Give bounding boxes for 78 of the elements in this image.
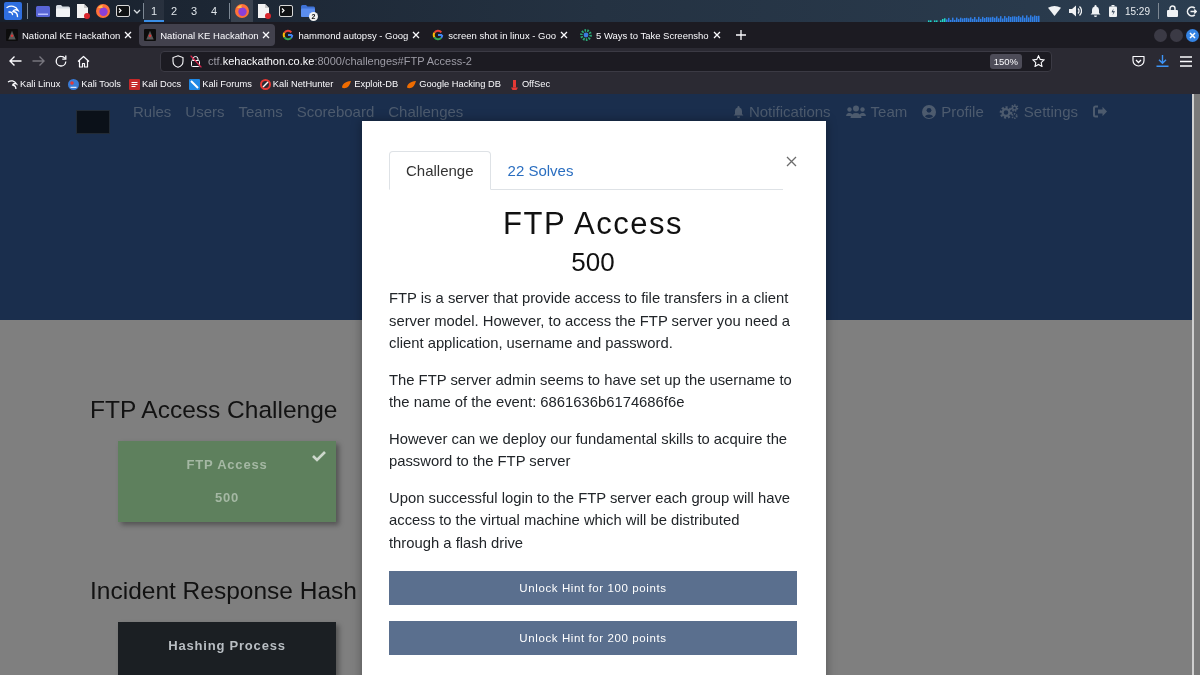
- insecure-lock-icon[interactable]: [190, 54, 202, 68]
- bookmark-link[interactable]: Exploit-DB: [341, 78, 399, 90]
- slash-tile-icon: [189, 78, 201, 90]
- shield-icon[interactable]: [172, 54, 184, 68]
- unlock-hint-button[interactable]: Unlock Hint for 100 points: [389, 571, 797, 605]
- g-logo-icon: [432, 29, 445, 41]
- back-icon[interactable]: [9, 55, 22, 67]
- browser-tab[interactable]: hammond autopsy - Goog: [277, 24, 426, 46]
- workspace-button[interactable]: 3: [184, 0, 204, 22]
- bell-icon[interactable]: [1089, 5, 1101, 17]
- round-logo-icon: [68, 78, 80, 90]
- challenge-card[interactable]: Hashing Process: [118, 622, 336, 675]
- dialog-tab[interactable]: 22 Solves: [490, 151, 591, 190]
- battery-icon[interactable]: [1108, 5, 1117, 17]
- workspace-button[interactable]: 2: [164, 0, 184, 22]
- bookmark-link[interactable]: Google Hacking DB: [406, 78, 501, 90]
- volume-icon[interactable]: [1068, 5, 1082, 17]
- workspace-button[interactable]: 1: [144, 0, 164, 22]
- unlock-hint-button[interactable]: Unlock Hint for 200 points: [389, 621, 797, 655]
- check-icon: [312, 450, 326, 462]
- wifi-icon[interactable]: [1047, 6, 1061, 16]
- triangle-icon: [6, 29, 18, 41]
- description-paragraph: The FTP server admin seems to have set up the username to the name of the event: 6861636b6174686f6e: [389, 370, 793, 412]
- star-icon[interactable]: [1032, 55, 1045, 67]
- bell-icon: [732, 105, 744, 118]
- users-icon: [845, 105, 866, 118]
- triangle-icon: [144, 29, 157, 41]
- sunburst-icon: [580, 29, 593, 41]
- user-circle-icon: [922, 104, 937, 119]
- app-menu-icon[interactable]: [4, 2, 22, 20]
- description-paragraph: However can we deploy our fundamental skills to acquire the password to the FTP server: [389, 429, 789, 471]
- address-bar[interactable]: ctf.kehackathon.co.ke:8000/challenges#FTP Access-2 150%: [160, 50, 1052, 72]
- bookmark-link[interactable]: Kali Tools: [68, 78, 121, 90]
- folder-icon[interactable]: [56, 5, 70, 17]
- terminal-icon[interactable]: [116, 5, 130, 17]
- leaf-icon: [341, 78, 353, 90]
- category-heading: Incident Response Hash: [90, 576, 357, 606]
- scrollbar[interactable]: [1192, 94, 1200, 675]
- description-paragraph: FTP is a server that provide access to file transfers in a client server model. However, to access the FTP server you need a client application, username and password.: [389, 289, 792, 353]
- document-icon[interactable]: [76, 3, 90, 19]
- close-icon[interactable]: [1186, 28, 1199, 42]
- caret-icon[interactable]: [133, 8, 141, 14]
- challenge-title: FTP Access: [502, 205, 684, 242]
- home-icon[interactable]: [77, 54, 90, 68]
- category-heading: FTP Access Challenge: [90, 395, 338, 425]
- gears-icon: [998, 104, 1019, 119]
- leaf-icon: [406, 78, 418, 90]
- bookmark-link[interactable]: Kali Docs: [128, 78, 182, 90]
- pocket-icon[interactable]: [1132, 55, 1145, 67]
- reload-icon[interactable]: [55, 55, 67, 67]
- bookmark-link[interactable]: Kali Linux: [7, 78, 61, 90]
- bookmark-link[interactable]: Kali NetHunter: [259, 78, 334, 90]
- zoom-level-button[interactable]: 150%: [989, 53, 1022, 69]
- browser-tab[interactable]: National KE Hackathon: [139, 24, 276, 46]
- workspace-button[interactable]: 4: [204, 0, 224, 22]
- lock-icon[interactable]: [1167, 5, 1178, 17]
- folder-icon[interactable]: [301, 5, 315, 17]
- challenge-points: 500: [570, 247, 616, 278]
- url-text: ctf.kehackathon.co.ke:8000/challenges#FTP Access-2: [208, 55, 472, 67]
- browser-tab[interactable]: 5 Ways to Take Screensho: [575, 24, 726, 46]
- browser-logo-icon[interactable]: [96, 4, 110, 18]
- swirl-icon: [7, 78, 18, 90]
- plus-icon[interactable]: [735, 30, 746, 40]
- logout-icon[interactable]: [1186, 5, 1197, 17]
- bookmark-link[interactable]: OffSec: [508, 78, 551, 90]
- no-entry-icon: [259, 78, 271, 90]
- dialog-tab[interactable]: Challenge: [389, 151, 491, 190]
- description-paragraph: Upon successful login to the FTP server each group will have access to the virtual machine which will be distributed through a flash drive: [389, 488, 792, 553]
- bookmark-link[interactable]: Kali Forums: [189, 78, 252, 90]
- download-icon[interactable]: [1156, 55, 1169, 67]
- terminal-icon[interactable]: [279, 5, 293, 17]
- document-icon: [128, 78, 140, 90]
- browser-tab[interactable]: National KE Hackathon: [1, 24, 138, 46]
- clock[interactable]: 15:29: [1124, 5, 1150, 17]
- desktop-icon[interactable]: [36, 5, 50, 17]
- g-logo-icon: [282, 29, 295, 41]
- browser-tab[interactable]: screen shot in linux - Goo: [427, 24, 574, 46]
- menu-icon[interactable]: [1180, 55, 1192, 67]
